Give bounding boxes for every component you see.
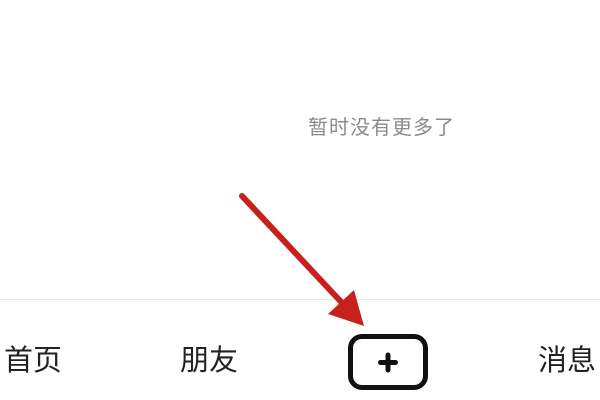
feed-area[interactable]: 暂时没有更多了 xyxy=(0,0,600,300)
tab-messages[interactable]: 消息 xyxy=(538,346,596,375)
bottom-tab-bar xyxy=(0,300,600,400)
create-post-button[interactable] xyxy=(348,334,428,390)
tab-friends[interactable]: 朋友 xyxy=(180,346,238,375)
app-screen: 暂时没有更多了 首页 朋友 消息 xyxy=(0,0,600,400)
tab-home[interactable]: 首页 xyxy=(4,346,62,375)
plus-icon xyxy=(378,352,398,373)
no-more-content-text: 暂时没有更多了 xyxy=(308,115,455,139)
